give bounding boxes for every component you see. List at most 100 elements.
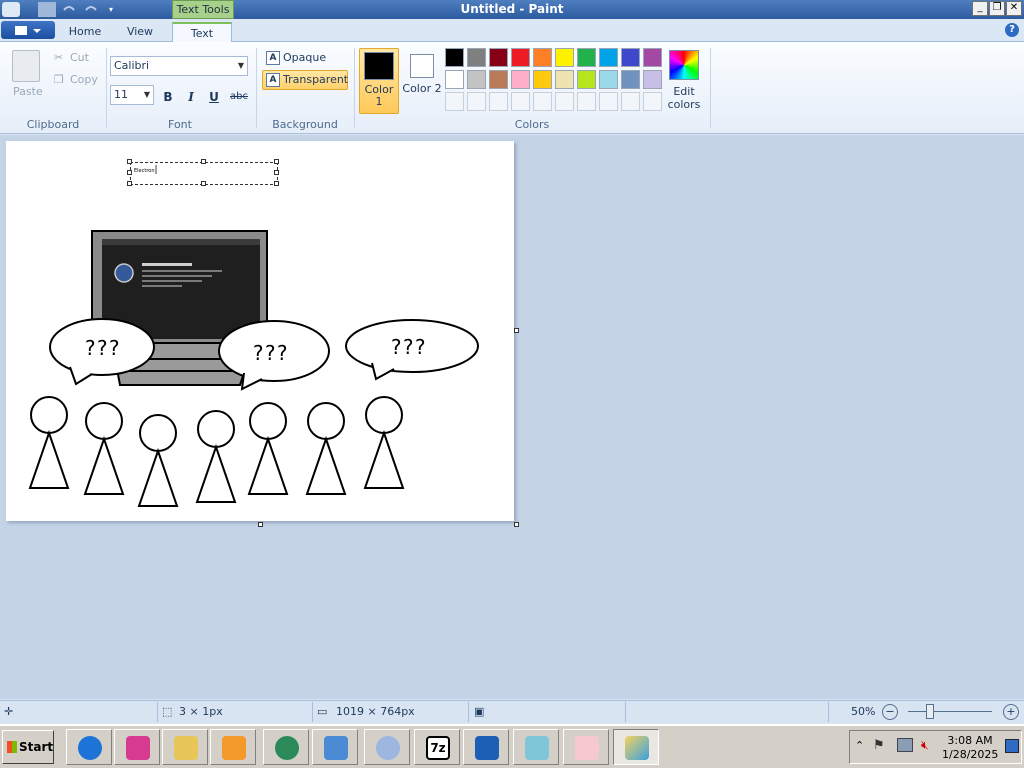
show-desktop-icon[interactable] — [1005, 739, 1019, 753]
taskbar-internet-explorer[interactable] — [66, 729, 112, 765]
show-hidden-icons-icon[interactable]: ⌃ — [855, 739, 864, 752]
canvas-resize-handle-bottom[interactable] — [258, 522, 263, 527]
palette-color[interactable] — [577, 48, 596, 67]
taskbar-disc-app[interactable] — [364, 729, 410, 765]
palette-custom-slot[interactable] — [467, 92, 486, 111]
palette-color[interactable] — [643, 48, 662, 67]
minimize-button[interactable]: _ — [972, 1, 988, 16]
cut-button[interactable]: Cut — [70, 51, 89, 64]
paint-icon — [625, 736, 649, 760]
palette-color[interactable] — [621, 70, 640, 89]
underline-button[interactable]: U — [204, 86, 224, 106]
start-label: Start — [19, 740, 54, 754]
taskbar-paint[interactable] — [613, 729, 659, 765]
palette-custom-slot[interactable] — [445, 92, 464, 111]
resize-handle[interactable] — [274, 170, 279, 175]
bubble-text: ??? — [252, 341, 288, 365]
canvas-resize-handle-corner[interactable] — [514, 522, 519, 527]
palette-color[interactable] — [555, 70, 574, 89]
resize-handle[interactable] — [274, 181, 279, 186]
copy-button[interactable]: Copy — [70, 73, 98, 86]
palette-color[interactable] — [467, 70, 486, 89]
paint-menu-button[interactable] — [1, 21, 55, 39]
tab-text[interactable]: Text — [172, 22, 232, 42]
tab-view[interactable]: View — [114, 22, 166, 42]
palette-color[interactable] — [599, 48, 618, 67]
help-icon[interactable]: ? — [1005, 23, 1019, 37]
palette-custom-slot[interactable] — [643, 92, 662, 111]
color-2-button[interactable]: Color 2 — [402, 48, 442, 114]
taskbar-7zip[interactable]: 7z — [414, 729, 460, 765]
zoom-out-button[interactable]: − — [882, 704, 898, 720]
paste-button[interactable]: Paste — [13, 85, 43, 98]
taskbar-control-panel[interactable] — [312, 729, 358, 765]
taskbar-filezilla[interactable] — [463, 729, 509, 765]
palette-color[interactable] — [511, 48, 530, 67]
palette-color[interactable] — [555, 48, 574, 67]
palette-custom-slot[interactable] — [555, 92, 574, 111]
resize-handle[interactable] — [274, 159, 279, 164]
palette-custom-slot[interactable] — [533, 92, 552, 111]
image-size: 1019 × 764px — [336, 705, 415, 718]
resize-handle[interactable] — [127, 170, 132, 175]
resize-handle[interactable] — [127, 159, 132, 164]
start-button[interactable]: Start — [2, 730, 54, 764]
palette-custom-slot[interactable] — [577, 92, 596, 111]
font-size-select[interactable]: 11 ▼ — [110, 85, 154, 105]
drawing-canvas[interactable]: ??? ??? ??? Electron| — [6, 141, 514, 521]
font-family-select[interactable]: Calibri ▼ — [110, 56, 248, 76]
palette-color[interactable] — [445, 70, 464, 89]
network-icon[interactable] — [897, 738, 913, 752]
palette-color[interactable] — [467, 48, 486, 67]
strikethrough-button[interactable]: abc — [227, 86, 251, 106]
zoom-slider-track[interactable] — [908, 711, 992, 712]
resize-handle[interactable] — [127, 181, 132, 186]
palette-color[interactable] — [489, 48, 508, 67]
taskbar-notes-app[interactable] — [513, 729, 559, 765]
person-figure — [363, 396, 405, 489]
bold-button[interactable]: B — [158, 86, 178, 106]
resize-handle[interactable] — [201, 159, 206, 164]
ribbon: Paste ✂ Cut ❐ Copy Clipboard Calibri ▼ 1… — [0, 42, 1024, 134]
clock[interactable]: 3:08 AM 1/28/2025 — [942, 734, 998, 762]
restore-button[interactable]: ❐ — [989, 1, 1005, 16]
taskbar-file-explorer[interactable] — [162, 729, 208, 765]
action-center-flag-icon[interactable]: ⚑ — [873, 738, 885, 753]
transparent-button[interactable]: A Transparent — [262, 70, 348, 90]
resize-handle[interactable] — [201, 181, 206, 186]
taskbar-media-player[interactable] — [210, 729, 256, 765]
text-cursor: | — [154, 165, 158, 175]
palette-color[interactable] — [577, 70, 596, 89]
volume-muted-icon[interactable]: 🔇︎ — [921, 738, 929, 753]
palette-custom-slot[interactable] — [621, 92, 640, 111]
palette-color[interactable] — [599, 70, 618, 89]
palette-color[interactable] — [511, 70, 530, 89]
palette-color[interactable] — [621, 48, 640, 67]
tab-home[interactable]: Home — [62, 22, 108, 42]
taskbar-browser[interactable] — [263, 729, 309, 765]
bubble-text: ??? — [84, 336, 120, 360]
clock-time: 3:08 AM — [947, 734, 993, 747]
palette-custom-slot[interactable] — [599, 92, 618, 111]
palette-color[interactable] — [643, 70, 662, 89]
opaque-button[interactable]: A Opaque — [262, 48, 348, 68]
taskbar-app-pink[interactable] — [114, 729, 160, 765]
italic-button[interactable]: I — [181, 86, 201, 106]
close-button[interactable]: ✕ — [1006, 1, 1022, 16]
color-1-button[interactable]: Color 1 — [359, 48, 399, 114]
cursor-position-icon: ✛ — [4, 705, 14, 718]
palette-custom-slot[interactable] — [511, 92, 530, 111]
palette-color[interactable] — [489, 70, 508, 89]
zoom-in-button[interactable]: + — [1003, 704, 1019, 720]
palette-color[interactable] — [533, 48, 552, 67]
edit-colors-icon[interactable] — [669, 50, 699, 80]
palette-color[interactable] — [533, 70, 552, 89]
canvas-resize-handle-right[interactable] — [514, 328, 519, 333]
edit-colors-button[interactable]: Edit colors — [664, 85, 704, 111]
palette-color[interactable] — [445, 48, 464, 67]
transparent-icon: A — [266, 73, 280, 87]
zoom-slider-thumb[interactable] — [926, 704, 934, 719]
taskbar-snipping-tool[interactable] — [563, 729, 609, 765]
paste-icon[interactable] — [12, 50, 40, 82]
palette-custom-slot[interactable] — [489, 92, 508, 111]
